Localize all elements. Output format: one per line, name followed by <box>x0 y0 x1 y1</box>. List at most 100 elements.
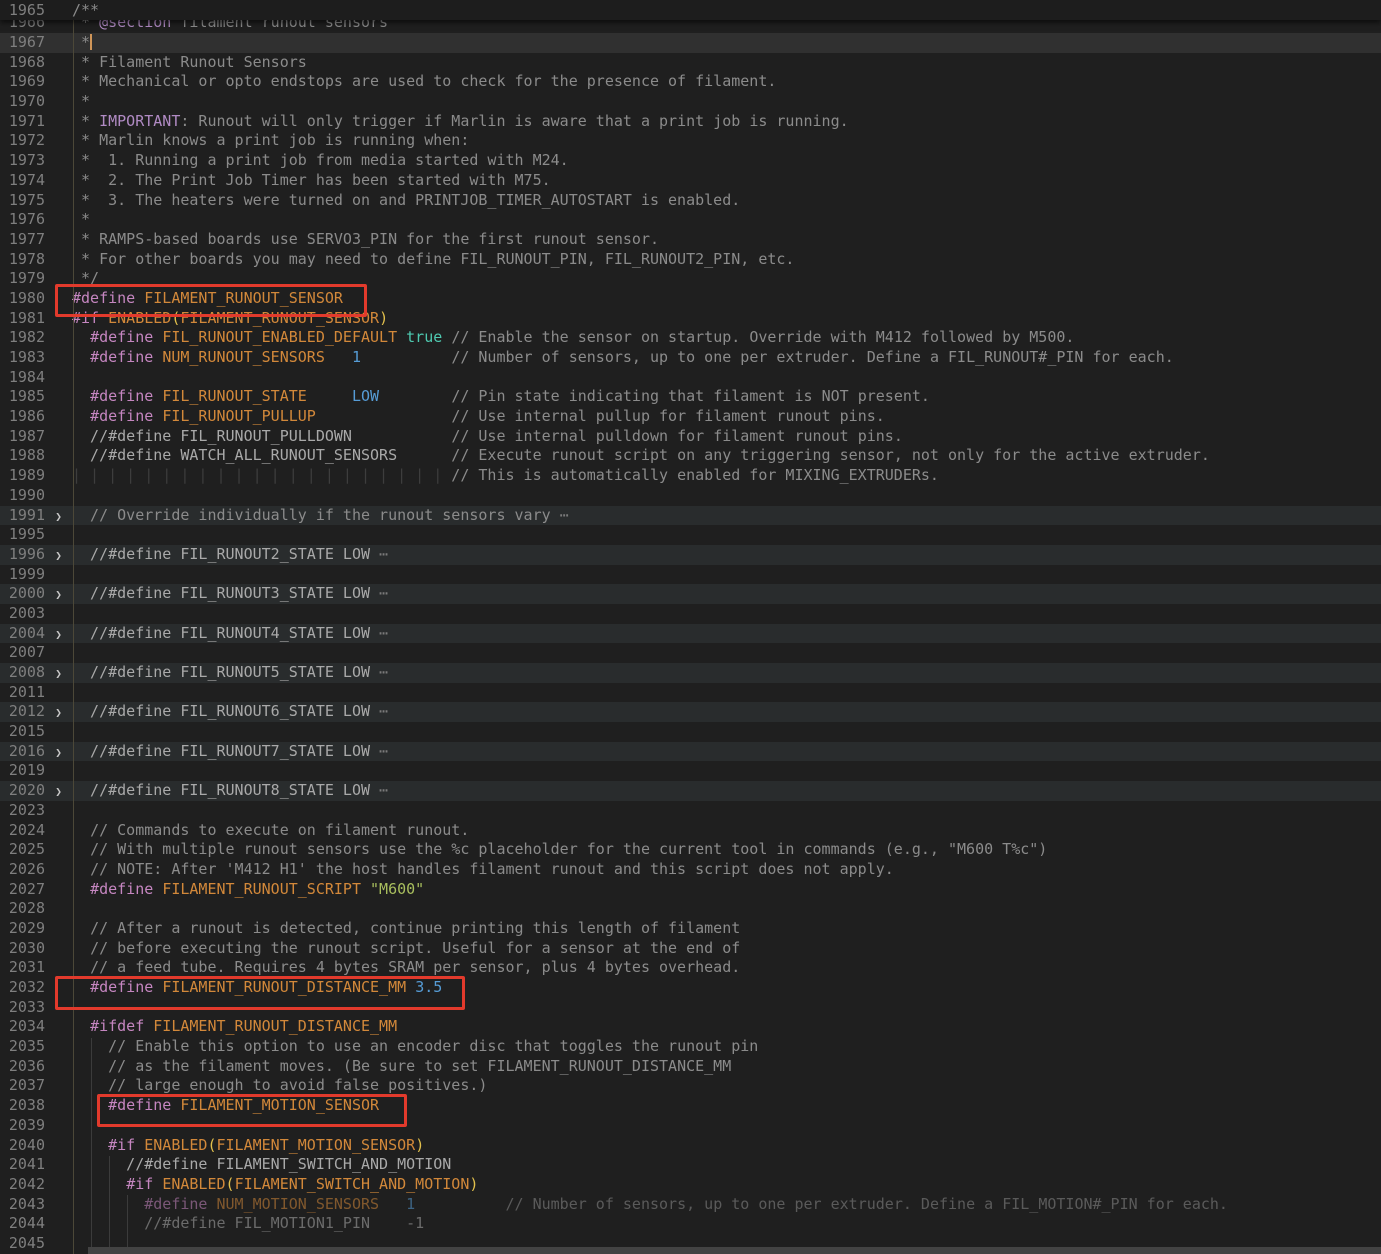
code-line: 1978 * For other boards you may need to … <box>0 250 1381 270</box>
fold-chevron-icon[interactable]: ❯ <box>55 628 62 641</box>
line-number: 1978 <box>0 250 45 270</box>
code-line: 2035 // Enable this option to use an enc… <box>0 1037 1381 1057</box>
code-line: 2016❯ //#define FIL_RUNOUT7_STATE LOW ⋯ <box>0 742 1381 762</box>
gutter: 2038 <box>0 1096 72 1116</box>
code-text: * Marlin knows a print job is running wh… <box>72 131 1381 151</box>
gutter: 2003 <box>0 604 72 624</box>
code-text <box>72 801 1381 821</box>
gutter: 1978 <box>0 250 72 270</box>
line-number: 1965 <box>0 0 45 20</box>
code-text <box>72 643 1381 663</box>
gutter: 2039 <box>0 1116 72 1136</box>
fold-chevron-icon[interactable]: ❯ <box>55 746 62 759</box>
code-line: 1981#if ENABLED(FILAMENT_RUNOUT_SENSOR) <box>0 309 1381 329</box>
fold-chevron-icon[interactable]: ❯ <box>55 667 62 680</box>
gutter: 1973 <box>0 151 72 171</box>
fold-chevron-icon[interactable]: ❯ <box>55 549 62 562</box>
code-text: //#define FIL_RUNOUT2_STATE LOW ⋯ <box>72 545 1381 565</box>
gutter: 2031 <box>0 958 72 978</box>
line-number: 2004 <box>0 624 45 644</box>
code-line: 2029 // After a runout is detected, cont… <box>0 919 1381 939</box>
code-text: #if ENABLED(FILAMENT_SWITCH_AND_MOTION) <box>72 1175 1381 1195</box>
code-text <box>72 565 1381 585</box>
fold-chevron-icon[interactable]: ❯ <box>55 510 62 523</box>
code-text: //#define FIL_MOTION1_PIN -1 <box>72 1214 1381 1234</box>
gutter: 1988 <box>0 446 72 466</box>
code-text: //#define FIL_RUNOUT6_STATE LOW ⋯ <box>72 702 1381 722</box>
line-number: 1983 <box>0 348 45 368</box>
gutter: 1971 <box>0 112 72 132</box>
gutter: 1983 <box>0 348 72 368</box>
line-number: 1976 <box>0 210 45 230</box>
line-number: 2012 <box>0 702 45 722</box>
gutter: 2028 <box>0 899 72 919</box>
line-number: 1986 <box>0 407 45 427</box>
gutter: 2043 <box>0 1195 72 1215</box>
code-text: // Enable this option to use an encoder … <box>72 1037 1381 1057</box>
line-number: 1966 <box>0 20 45 33</box>
code-text: // NOTE: After 'M412 H1' the host handle… <box>72 860 1381 880</box>
code-line: 2004❯ //#define FIL_RUNOUT4_STATE LOW ⋯ <box>0 624 1381 644</box>
code-text <box>72 899 1381 919</box>
fold-chevron-icon[interactable]: ❯ <box>55 706 62 719</box>
gutter: 2030 <box>0 939 72 959</box>
code-line: 2027 #define FILAMENT_RUNOUT_SCRIPT "M60… <box>0 880 1381 900</box>
code-line: 2040 #if ENABLED(FILAMENT_MOTION_SENSOR) <box>0 1136 1381 1156</box>
code-text: #define FIL_RUNOUT_ENABLED_DEFAULT true … <box>72 328 1381 348</box>
gutter: 2012 ❯ <box>0 702 72 722</box>
code-text: * 3. The heaters were turned on and PRIN… <box>72 191 1381 211</box>
code-line: 1975 * 3. The heaters were turned on and… <box>0 191 1381 211</box>
code-line: 2011 <box>0 683 1381 703</box>
code-text: // a feed tube. Requires 4 bytes SRAM pe… <box>72 958 1381 978</box>
code-text: //#define WATCH_ALL_RUNOUT_SENSORS // Ex… <box>72 446 1381 466</box>
fold-chevron-icon[interactable]: ❯ <box>55 785 62 798</box>
code-line: 1965/** <box>0 0 1381 20</box>
fold-chevron-icon[interactable]: ❯ <box>55 588 62 601</box>
code-text: * Filament Runout Sensors <box>72 53 1381 73</box>
gutter: 1980 <box>0 289 72 309</box>
gutter: 2011 <box>0 683 72 703</box>
gutter: 2024 <box>0 821 72 841</box>
code-line: 1987 //#define FIL_RUNOUT_PULLDOWN // Us… <box>0 427 1381 447</box>
gutter: 2029 <box>0 919 72 939</box>
code-line: 1966 * @section filament runout sensors <box>0 20 1381 33</box>
gutter: 2033 <box>0 998 72 1018</box>
gutter: 1984 <box>0 368 72 388</box>
code-text: //#define FILAMENT_SWITCH_AND_MOTION <box>72 1155 1381 1175</box>
code-text: // as the filament moves. (Be sure to se… <box>72 1057 1381 1077</box>
line-number: 1977 <box>0 230 45 250</box>
gutter: 2008❯ <box>0 663 72 683</box>
sticky-scroll-header[interactable]: 1965/** <box>0 0 1381 20</box>
line-number: 1967 <box>0 33 45 53</box>
line-number: 1974 <box>0 171 45 191</box>
gutter: 2026 <box>0 860 72 880</box>
code-line: 2019 <box>0 761 1381 781</box>
gutter: 2007 <box>0 643 72 663</box>
gutter: 2044 <box>0 1214 72 1234</box>
code-text <box>72 368 1381 388</box>
line-number: 1991 <box>0 506 45 526</box>
line-number: 2044 <box>0 1214 45 1234</box>
code-line: 2015 <box>0 722 1381 742</box>
code-text: #define FILAMENT_RUNOUT_SENSOR <box>72 289 1381 309</box>
horizontal-scrollbar[interactable] <box>88 1247 1381 1254</box>
line-number: 2026 <box>0 860 45 880</box>
line-number: 2019 <box>0 761 45 781</box>
code-text: // large enough to avoid false positives… <box>72 1076 1381 1096</box>
indent-guide <box>73 20 74 1254</box>
code-line: 2033 <box>0 998 1381 1018</box>
line-number: 2041 <box>0 1155 45 1175</box>
code-line: 2038 #define FILAMENT_MOTION_SENSOR <box>0 1096 1381 1116</box>
line-number: 1999 <box>0 565 45 585</box>
code-text <box>72 604 1381 624</box>
code-text <box>72 525 1381 545</box>
line-number: 1969 <box>0 72 45 92</box>
gutter: 2023 <box>0 801 72 821</box>
code-text: // Override individually if the runout s… <box>72 506 1381 526</box>
code-text <box>72 683 1381 703</box>
gutter: 2041 <box>0 1155 72 1175</box>
indent-guide <box>109 1156 110 1254</box>
gutter: 2019 <box>0 761 72 781</box>
line-number: 1979 <box>0 269 45 289</box>
code-line: 1973 * 1. Running a print job from media… <box>0 151 1381 171</box>
